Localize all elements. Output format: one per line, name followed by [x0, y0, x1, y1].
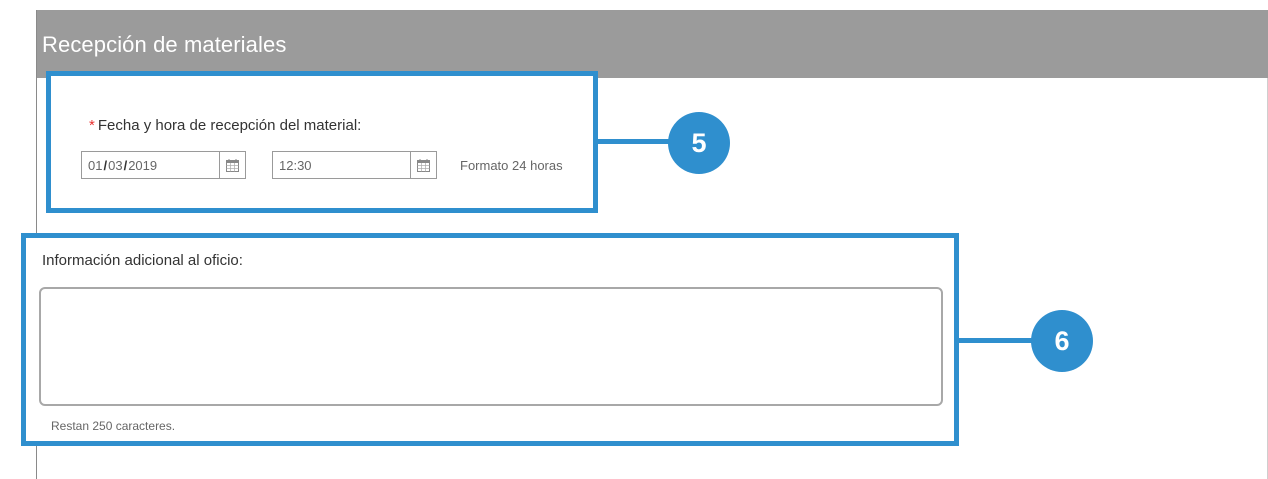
- calendar-icon: [226, 158, 239, 172]
- callout-5-connector: [598, 139, 678, 144]
- date-value: 01/03/2019: [88, 158, 157, 173]
- reception-datetime-label-text: Fecha y hora de recepción del material:: [97, 117, 362, 134]
- additional-info-textarea[interactable]: [39, 287, 943, 406]
- date-separator: /: [103, 158, 108, 173]
- time-format-hint: Formato 24 horas: [460, 158, 563, 173]
- calendar-icon: [417, 158, 430, 172]
- date-year: 2019: [128, 158, 158, 173]
- page-header: Recepción de materiales: [37, 10, 1268, 78]
- time-input[interactable]: 12:30: [272, 151, 437, 179]
- additional-info-section: Información adicional al oficio: Restan …: [21, 233, 959, 446]
- date-input[interactable]: 01/03/2019: [81, 151, 246, 179]
- remaining-characters: Restan 250 caracteres.: [51, 419, 176, 433]
- additional-info-label: Información adicional al oficio:: [42, 252, 243, 269]
- callout-5-badge: 5: [668, 112, 730, 174]
- time-calendar-button[interactable]: [410, 152, 436, 178]
- reception-datetime-label: * Fecha y hora de recepción del material:: [89, 117, 361, 134]
- callout-6-badge: 6: [1031, 310, 1093, 372]
- date-day: 01: [88, 158, 103, 173]
- date-month: 03: [108, 158, 123, 173]
- reception-datetime-section: * Fecha y hora de recepción del material:…: [46, 71, 598, 213]
- page-title: Recepción de materiales: [42, 32, 287, 57]
- date-separator: /: [123, 158, 128, 173]
- date-calendar-button[interactable]: [219, 152, 245, 178]
- time-value: 12:30: [279, 158, 312, 173]
- required-asterisk: *: [89, 117, 95, 134]
